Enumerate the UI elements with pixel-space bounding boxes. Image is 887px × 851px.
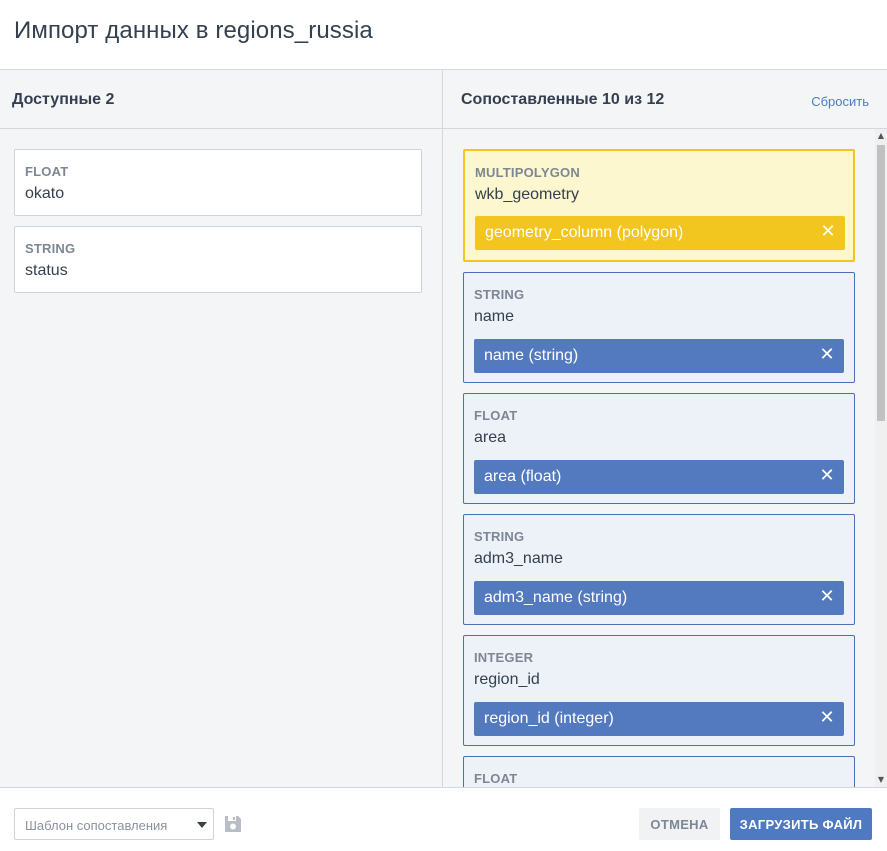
dialog-title: Импорт данных в regions_russia — [14, 17, 373, 44]
close-icon[interactable]: ✕ — [818, 466, 836, 486]
mapped-column-chip[interactable]: region_id (integer) ✕ — [474, 702, 844, 736]
upload-file-button[interactable]: ЗАГРУЗИТЬ ФАЙЛ — [730, 808, 872, 840]
available-field-card[interactable]: STRING status — [14, 226, 422, 293]
field-type: FLOAT — [25, 164, 69, 179]
cancel-button[interactable]: ОТМЕНА — [639, 808, 720, 840]
field-name: area — [474, 429, 507, 446]
mapped-field-card[interactable]: INTEGER region_id region_id (integer) ✕ — [463, 635, 855, 746]
chip-label: area (float) — [484, 468, 562, 485]
field-type: STRING — [474, 287, 525, 302]
chip-label: name (string) — [484, 347, 579, 364]
close-icon[interactable]: ✕ — [818, 587, 836, 607]
field-type: STRING — [25, 241, 76, 256]
mapped-column-chip[interactable]: area (float) ✕ — [474, 460, 844, 494]
template-select[interactable]: Шаблон сопоставления — [14, 808, 214, 840]
close-icon[interactable]: ✕ — [819, 222, 837, 242]
field-type: FLOAT — [474, 771, 518, 786]
available-panel: Доступные 2 FLOAT okato STRING status — [0, 70, 443, 787]
mapped-column-chip[interactable]: adm3_name (string) ✕ — [474, 581, 844, 615]
available-field-card[interactable]: FLOAT okato — [14, 149, 422, 216]
dialog-header: Импорт данных в regions_russia — [0, 0, 887, 70]
mapped-field-card[interactable]: STRING adm3_name adm3_name (string) ✕ — [463, 514, 855, 625]
mapped-scrollbar[interactable]: ▲ ▼ — [875, 129, 887, 787]
field-name: wkb_geometry — [475, 186, 580, 203]
mapped-column-chip[interactable]: name (string) ✕ — [474, 339, 844, 373]
chip-label: region_id (integer) — [484, 710, 614, 727]
close-icon[interactable]: ✕ — [818, 708, 836, 728]
scroll-down-icon[interactable]: ▼ — [875, 773, 887, 787]
field-name: name — [474, 308, 515, 325]
field-name: status — [25, 262, 68, 279]
field-type: INTEGER — [474, 650, 534, 665]
mapping-panels: Доступные 2 FLOAT okato STRING status Со… — [0, 70, 887, 787]
field-name: okato — [25, 185, 65, 202]
field-name: adm3_name — [474, 550, 563, 567]
reset-link[interactable]: Сбросить — [811, 94, 869, 109]
floppy-disk-icon[interactable] — [223, 814, 243, 834]
mapped-field-card[interactable]: FLOAT area area (float) ✕ — [463, 393, 855, 504]
mapped-title: Сопоставленные 10 из 12 — [461, 91, 665, 108]
scroll-up-icon[interactable]: ▲ — [875, 129, 887, 143]
caret-down-icon — [197, 822, 207, 828]
chip-label: geometry_column (polygon) — [485, 224, 684, 241]
dialog-footer: Шаблон сопоставления ОТМЕНА ЗАГРУЗИТЬ ФА… — [0, 787, 887, 851]
mapped-panel: Сопоставленные 10 из 12 Сбросить MULTIPO… — [443, 70, 887, 787]
field-type: FLOAT — [474, 408, 518, 423]
chip-label: adm3_name (string) — [484, 589, 628, 606]
close-icon[interactable]: ✕ — [818, 345, 836, 365]
field-type: MULTIPOLYGON — [475, 165, 580, 180]
mapped-field-card[interactable]: MULTIPOLYGON wkb_geometry geometry_colum… — [463, 149, 855, 262]
template-placeholder: Шаблон сопоставления — [25, 818, 168, 833]
mapped-field-card[interactable]: FLOAT — [463, 756, 855, 787]
mapped-list: MULTIPOLYGON wkb_geometry geometry_colum… — [443, 130, 875, 787]
mapped-header: Сопоставленные 10 из 12 Сбросить — [443, 70, 887, 129]
mapped-field-card[interactable]: STRING name name (string) ✕ — [463, 272, 855, 383]
mapped-column-chip[interactable]: geometry_column (polygon) ✕ — [475, 216, 845, 250]
scroll-thumb[interactable] — [877, 145, 885, 421]
available-header: Доступные 2 — [0, 70, 442, 129]
available-title: Доступные 2 — [12, 91, 115, 108]
field-type: STRING — [474, 529, 525, 544]
field-name: region_id — [474, 671, 540, 688]
